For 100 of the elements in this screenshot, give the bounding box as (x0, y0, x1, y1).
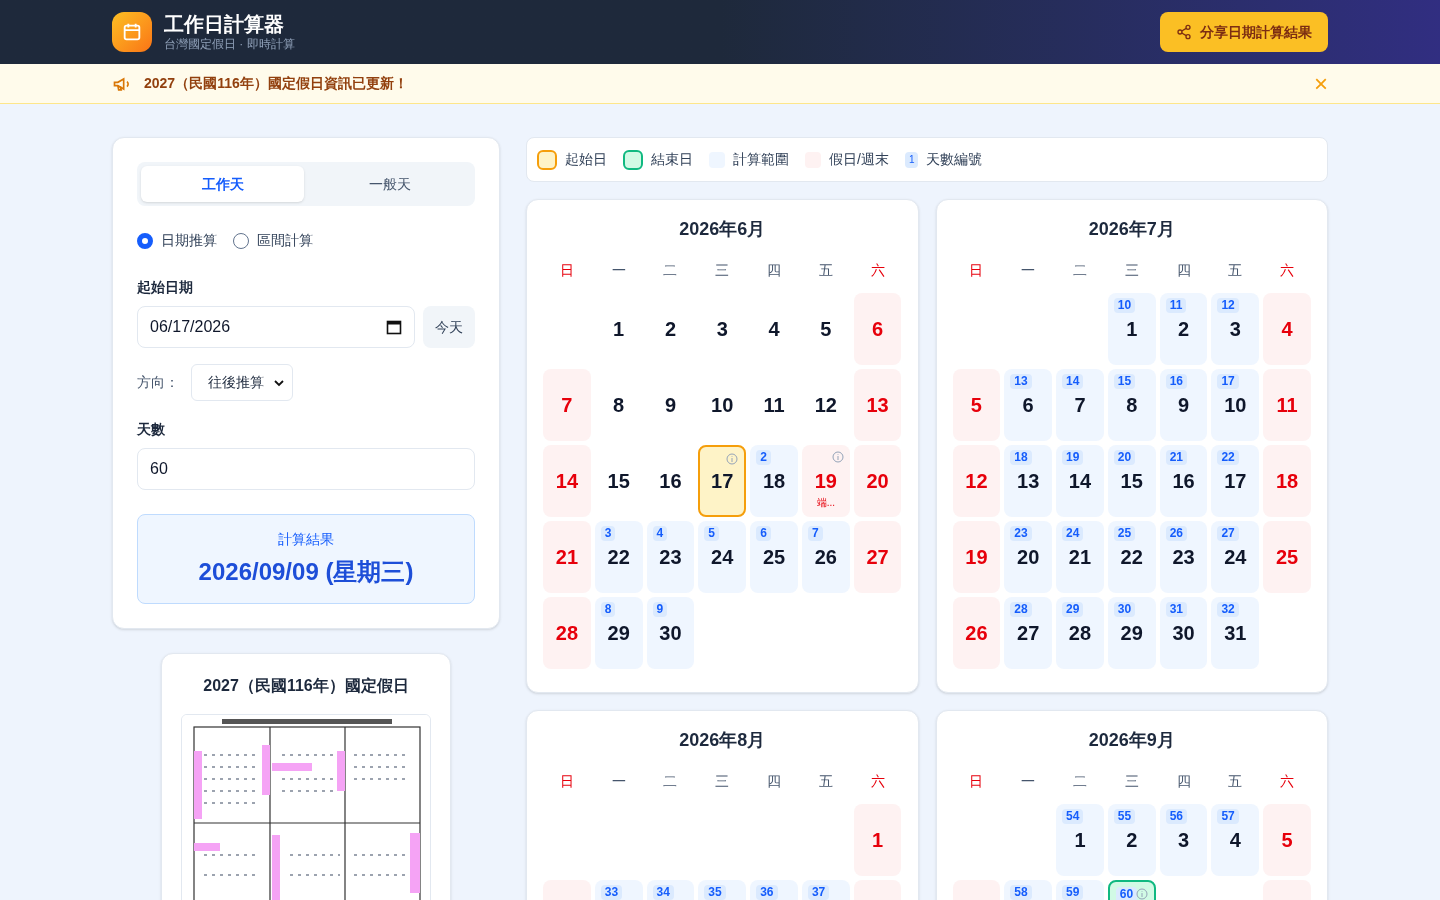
range-cell[interactable]: 9 30 (646, 597, 695, 669)
range-cell[interactable]: 24 21 (1056, 521, 1104, 593)
day-number: 1 (872, 828, 884, 853)
day-cell[interactable]: 2 (646, 293, 695, 365)
holiday-cell[interactable]: 19 端... (801, 445, 850, 517)
range-cell[interactable]: 33 (594, 880, 643, 900)
start-day-cell[interactable]: 17 (698, 445, 747, 517)
weekday-header: 四 (1175, 261, 1192, 280)
mode-tab[interactable]: 工作天 (141, 166, 304, 202)
day-cell[interactable]: 5 (801, 293, 850, 365)
range-cell[interactable]: 14 7 (1056, 369, 1104, 441)
range-cell[interactable]: 19 14 (1056, 445, 1104, 517)
radio-button[interactable] (137, 232, 153, 249)
range-cell[interactable]: 25 22 (1107, 521, 1156, 593)
range-cell[interactable]: 26 23 (1159, 521, 1208, 593)
count-badge: 13 (1010, 374, 1032, 389)
share-button[interactable]: 分享日期計算結果 (1160, 12, 1328, 52)
range-cell[interactable]: 57 4 (1211, 804, 1260, 876)
weekday-header: 五 (1227, 261, 1244, 280)
range-cell[interactable]: 8 29 (594, 597, 643, 669)
range-cell[interactable]: 22 17 (1211, 445, 1260, 517)
holiday-cell[interactable]: 28 (543, 597, 591, 669)
end-day-cell[interactable]: 60 (1107, 880, 1156, 900)
holiday-cell[interactable]: 26 (952, 597, 1001, 669)
range-cell[interactable]: 37 (801, 880, 850, 900)
day-number: 16 (1172, 469, 1195, 494)
range-cell[interactable]: 54 1 (1056, 804, 1104, 876)
range-cell[interactable]: 7 26 (801, 521, 850, 593)
range-cell[interactable]: 30 29 (1107, 597, 1156, 669)
range-cell[interactable]: 29 28 (1056, 597, 1104, 669)
holiday-cell[interactable]: 27 (853, 521, 902, 593)
day-cell[interactable]: 16 (646, 445, 695, 517)
day-cell[interactable]: 10 (698, 369, 747, 441)
range-cell[interactable]: 2 18 (750, 445, 798, 517)
range-cell[interactable]: 55 2 (1107, 804, 1156, 876)
holiday-cell[interactable]: 13 (853, 369, 902, 441)
mode-tab[interactable]: 一般天 (308, 166, 471, 202)
holiday-cell[interactable]: 25 (1263, 521, 1311, 593)
holiday-cell[interactable]: 7 (543, 369, 591, 441)
range-cell[interactable]: 12 3 (1211, 293, 1260, 365)
range-cell[interactable]: 18 13 (1004, 445, 1053, 517)
range-cell[interactable]: 28 27 (1004, 597, 1053, 669)
day-number: 11 (1276, 393, 1298, 418)
weekday-header: 一 (610, 261, 627, 280)
holiday-cell[interactable]: 19 (952, 521, 1001, 593)
range-cell[interactable]: 35 (698, 880, 747, 900)
holiday-cell[interactable]: 18 (1263, 445, 1311, 517)
holiday-cell[interactable]: 14 (543, 445, 591, 517)
holiday-cell[interactable]: 5 (1263, 804, 1311, 876)
range-cell[interactable]: 10 1 (1107, 293, 1156, 365)
day-cell[interactable]: 11 (750, 369, 798, 441)
range-cell[interactable]: 21 16 (1159, 445, 1208, 517)
range-cell[interactable]: 31 30 (1159, 597, 1208, 669)
count-badge: 57 (1217, 809, 1239, 824)
count-badge: 4 (652, 526, 668, 541)
date-field[interactable]: 06/17/2026 (137, 306, 415, 348)
range-cell[interactable]: 16 9 (1159, 369, 1208, 441)
holiday-cell[interactable]: 4 (1263, 293, 1311, 365)
range-cell[interactable]: 58 (1004, 880, 1053, 900)
weekday-header: 六 (869, 261, 886, 280)
range-cell[interactable]: 23 20 (1004, 521, 1053, 593)
holiday-cell[interactable]: 12 (952, 445, 1001, 517)
range-cell[interactable]: 17 10 (1211, 369, 1260, 441)
range-cell[interactable]: 27 24 (1211, 521, 1260, 593)
holiday-cell[interactable]: 6 (853, 293, 902, 365)
today-button[interactable]: 今天 (423, 306, 475, 348)
range-cell[interactable]: 11 2 (1159, 293, 1208, 365)
day-cell[interactable]: 9 (646, 369, 695, 441)
range-cell[interactable]: 56 3 (1159, 804, 1208, 876)
direction-select[interactable]: 往後推算 (191, 364, 293, 401)
holiday-cell[interactable]: 20 (853, 445, 902, 517)
day-cell[interactable]: 15 (594, 445, 643, 517)
day-number: 14 (555, 469, 578, 494)
range-cell[interactable]: 13 6 (1004, 369, 1053, 441)
day-cell[interactable]: 12 (801, 369, 850, 441)
range-cell[interactable]: 4 23 (646, 521, 695, 593)
field-label: 天數 (137, 420, 166, 439)
range-cell[interactable]: 34 (646, 880, 695, 900)
range-cell[interactable]: 5 24 (698, 521, 747, 593)
legend-label: 假日/週末 (829, 150, 889, 169)
days-field[interactable]: 60 (137, 448, 475, 490)
day-number: 5 (820, 317, 832, 342)
day-cell[interactable]: 8 (594, 369, 643, 441)
range-cell[interactable]: 59 (1056, 880, 1104, 900)
range-cell[interactable]: 15 8 (1107, 369, 1156, 441)
day-cell[interactable]: 3 (698, 293, 747, 365)
holiday-cell[interactable]: 5 (952, 369, 1001, 441)
holiday-cell[interactable]: 1 (853, 804, 902, 876)
count-badge: 9 (652, 602, 668, 617)
day-number: 2 (1177, 317, 1190, 342)
day-cell[interactable]: 4 (750, 293, 798, 365)
day-cell[interactable]: 1 (594, 293, 643, 365)
weekday-header: 三 (714, 261, 731, 280)
holiday-cell[interactable]: 21 (543, 521, 591, 593)
holiday-cell[interactable]: 11 (1263, 369, 1311, 441)
range-cell[interactable]: 6 25 (750, 521, 798, 593)
range-cell[interactable]: 20 15 (1107, 445, 1156, 517)
range-cell[interactable]: 3 22 (594, 521, 643, 593)
range-cell[interactable]: 36 (750, 880, 798, 900)
range-cell[interactable]: 32 31 (1211, 597, 1260, 669)
